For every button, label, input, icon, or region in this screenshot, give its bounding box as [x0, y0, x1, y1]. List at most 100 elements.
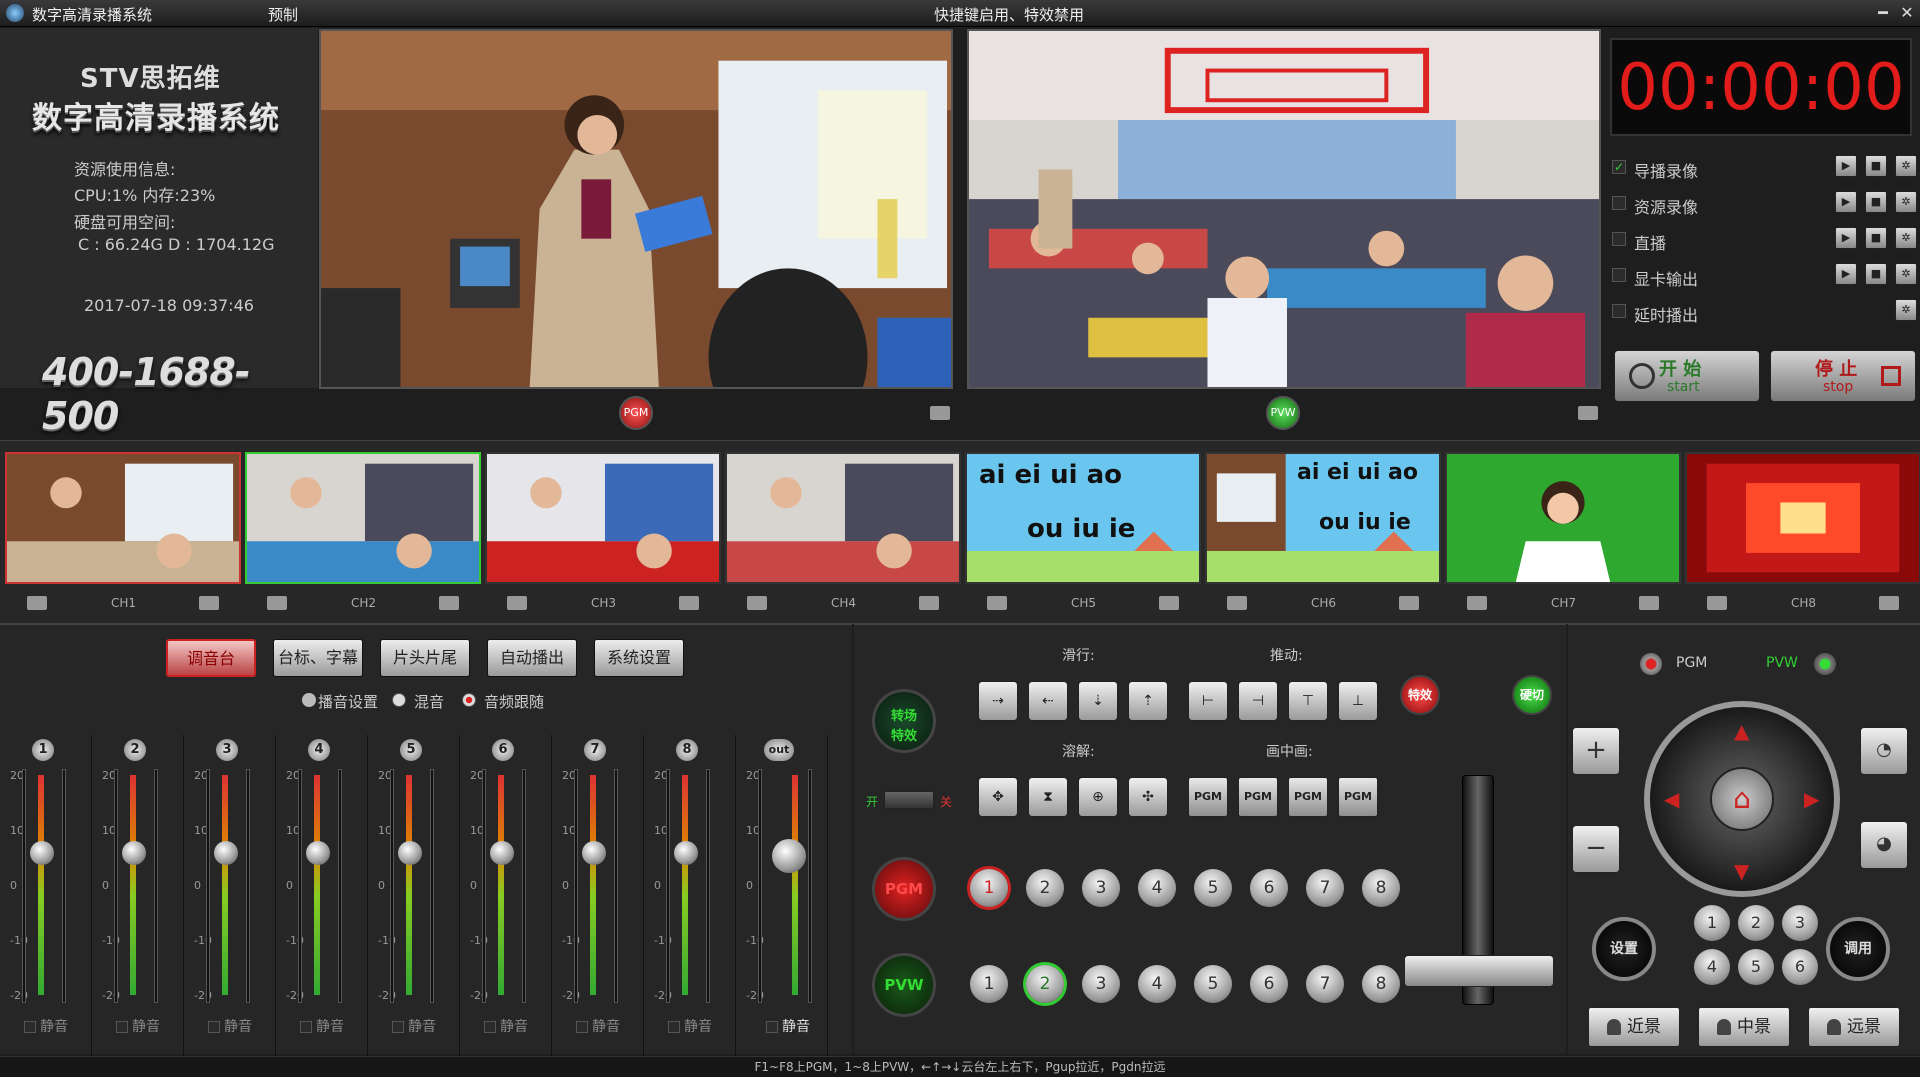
preset-button[interactable]: 6: [1782, 949, 1818, 985]
slide-effect-button[interactable]: ⇠: [1028, 681, 1068, 721]
channel-thumbnail[interactable]: ai ei ui ao ou iu ie: [1205, 452, 1441, 584]
mute-checkbox[interactable]: [392, 1021, 404, 1033]
play-settings[interactable]: 播音设置: [318, 691, 378, 712]
pgm-monitor[interactable]: [319, 29, 953, 389]
zoom-out-button[interactable]: −: [1572, 825, 1620, 873]
down-arrow-icon[interactable]: ▼: [1734, 859, 1749, 883]
fader-knob[interactable]: [490, 841, 514, 865]
cut-button[interactable]: 硬切: [1512, 675, 1552, 715]
pgm-source-button[interactable]: 8: [1362, 869, 1400, 907]
gear-icon[interactable]: ✲: [1895, 263, 1917, 285]
gear-icon[interactable]: ✲: [1895, 227, 1917, 249]
zoom-in-button[interactable]: +: [1572, 727, 1620, 775]
fader-knob[interactable]: [398, 841, 422, 865]
stop-icon[interactable]: ■: [1865, 155, 1887, 177]
stop-icon[interactable]: ■: [1865, 191, 1887, 213]
record-checkbox[interactable]: [1612, 196, 1626, 210]
snapshot-icon[interactable]: [199, 596, 219, 610]
pgm-source-button[interactable]: 6: [1250, 869, 1288, 907]
camera-icon[interactable]: [987, 596, 1007, 610]
channel-thumbnail[interactable]: [725, 452, 961, 584]
preset-call-button[interactable]: 调用: [1826, 917, 1890, 981]
play-icon[interactable]: ▶: [1835, 263, 1857, 285]
pgm-source-button[interactable]: 4: [1138, 869, 1176, 907]
slide-effect-button[interactable]: ⇡: [1128, 681, 1168, 721]
close-button[interactable]: ✕: [1896, 2, 1918, 24]
record-checkbox[interactable]: [1612, 232, 1626, 246]
slide-effect-button[interactable]: ⇢: [978, 681, 1018, 721]
start-button[interactable]: 开 始 start: [1614, 350, 1760, 402]
preset-button[interactable]: 5: [1738, 949, 1774, 985]
pgm-source-button[interactable]: 1: [970, 869, 1008, 907]
camera-icon[interactable]: [1707, 596, 1727, 610]
pvw-source-button[interactable]: 3: [1082, 965, 1120, 1003]
transition-effect-button[interactable]: 转场 特效: [872, 689, 936, 753]
record-checkbox[interactable]: ✓: [1612, 160, 1626, 174]
gear-icon[interactable]: [302, 693, 316, 707]
snapshot-icon[interactable]: [1879, 596, 1899, 610]
pgm-source-button[interactable]: 2: [1026, 869, 1064, 907]
play-icon[interactable]: ▶: [1835, 191, 1857, 213]
camera-icon[interactable]: [1467, 596, 1487, 610]
channel-thumbnail[interactable]: [245, 452, 481, 584]
pvw-source-button[interactable]: 2: [1026, 965, 1064, 1003]
play-icon[interactable]: ▶: [1835, 155, 1857, 177]
audio-tab[interactable]: 台标、字幕: [273, 639, 363, 677]
mute-checkbox[interactable]: [116, 1021, 128, 1033]
pvw-monitor[interactable]: [967, 29, 1601, 389]
push-effect-button[interactable]: ⊤: [1288, 681, 1328, 721]
channel-thumbnail[interactable]: [1685, 452, 1920, 584]
mute-checkbox[interactable]: [208, 1021, 220, 1033]
fader-knob[interactable]: [214, 841, 238, 865]
channel-thumbnail[interactable]: [1445, 452, 1681, 584]
record-checkbox[interactable]: [1612, 304, 1626, 318]
camera-icon[interactable]: [1227, 596, 1247, 610]
snapshot-icon[interactable]: [1639, 596, 1659, 610]
pvw-source-button[interactable]: 7: [1306, 965, 1344, 1003]
fader-knob[interactable]: [772, 839, 806, 873]
right-arrow-icon[interactable]: ▶: [1804, 787, 1819, 811]
preset-button[interactable]: 2: [1738, 905, 1774, 941]
camera-icon[interactable]: [747, 596, 767, 610]
mute-checkbox[interactable]: [766, 1021, 778, 1033]
mix-radio[interactable]: [392, 693, 406, 707]
tbar-handle[interactable]: [1404, 955, 1554, 987]
preset-button[interactable]: 4: [1694, 949, 1730, 985]
push-effect-button[interactable]: ⊢: [1188, 681, 1228, 721]
fader-knob[interactable]: [582, 841, 606, 865]
ptz-joystick[interactable]: ▲ ▼ ◀ ▶ ⌂: [1644, 701, 1840, 897]
gear-icon[interactable]: ✲: [1895, 299, 1917, 321]
preset-button[interactable]: 1: [1694, 905, 1730, 941]
push-effect-button[interactable]: ⊥: [1338, 681, 1378, 721]
follow-radio[interactable]: [462, 693, 476, 707]
up-arrow-icon[interactable]: ▲: [1734, 719, 1749, 743]
camera-shot-button[interactable]: 中景: [1698, 1007, 1790, 1047]
pip-button[interactable]: PGM: [1188, 777, 1228, 817]
pgm-source-button[interactable]: 7: [1306, 869, 1344, 907]
pvw-source-button[interactable]: 8: [1362, 965, 1400, 1003]
pvw-source-button[interactable]: 4: [1138, 965, 1176, 1003]
effect-toggle[interactable]: [884, 791, 934, 809]
slide-effect-button[interactable]: ⇣: [1078, 681, 1118, 721]
pvw-source-button[interactable]: 6: [1250, 965, 1288, 1003]
snapshot-icon[interactable]: [919, 596, 939, 610]
focus-far-button[interactable]: ◕: [1860, 821, 1908, 869]
minimize-button[interactable]: ━: [1872, 2, 1894, 24]
gear-icon[interactable]: ✲: [1895, 155, 1917, 177]
mute-checkbox[interactable]: [484, 1021, 496, 1033]
channel-thumbnail[interactable]: [485, 452, 721, 584]
audio-tab[interactable]: 系统设置: [594, 639, 684, 677]
fader-knob[interactable]: [122, 841, 146, 865]
dissolve-effect-button[interactable]: ⧗: [1028, 777, 1068, 817]
mute-checkbox[interactable]: [24, 1021, 36, 1033]
camera-shot-button[interactable]: 远景: [1808, 1007, 1900, 1047]
camera-shot-button[interactable]: 近景: [1588, 1007, 1680, 1047]
push-effect-button[interactable]: ⊣: [1238, 681, 1278, 721]
left-arrow-icon[interactable]: ◀: [1664, 787, 1679, 811]
pip-button[interactable]: PGM: [1238, 777, 1278, 817]
pvw-snapshot-icon[interactable]: [1578, 406, 1598, 420]
camera-icon[interactable]: [507, 596, 527, 610]
pip-button[interactable]: PGM: [1288, 777, 1328, 817]
channel-thumbnail[interactable]: ai ei ui ao ou iu ie: [965, 452, 1201, 584]
stop-icon[interactable]: ■: [1865, 227, 1887, 249]
